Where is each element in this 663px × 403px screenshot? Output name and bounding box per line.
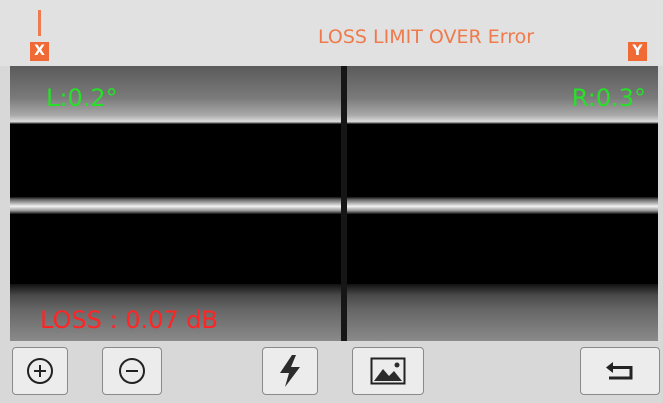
fiber-core [347,197,658,214]
zoom-out-button[interactable] [102,347,162,395]
right-angle-label: R:0.3° [571,84,646,112]
left-angle-label: L:0.2° [46,84,118,112]
x-axis-tag: X [30,42,49,61]
zoom-out-icon [119,358,145,384]
x-marker-line [38,10,41,36]
zoom-in-icon [27,358,53,384]
back-button[interactable] [580,347,660,395]
y-axis-tag: Y [628,42,647,61]
loss-readout: LOSS : 0.07 dB [40,306,218,334]
return-icon [606,362,633,380]
lightning-icon [280,355,300,387]
arc-button[interactable] [262,347,318,395]
error-message: LOSS LIMIT OVER Error [318,26,535,48]
fiber-core [10,197,341,214]
right-fiber-view: R:0.3° [347,66,658,341]
fiber-lower-band [347,284,658,341]
zoom-in-button[interactable] [12,347,68,395]
left-fiber-view: L:0.2° LOSS : 0.07 dB [10,66,341,341]
image-view-button[interactable] [352,347,424,395]
status-bar: X LOSS LIMIT OVER Error Y [0,0,663,66]
image-icon [370,357,406,385]
